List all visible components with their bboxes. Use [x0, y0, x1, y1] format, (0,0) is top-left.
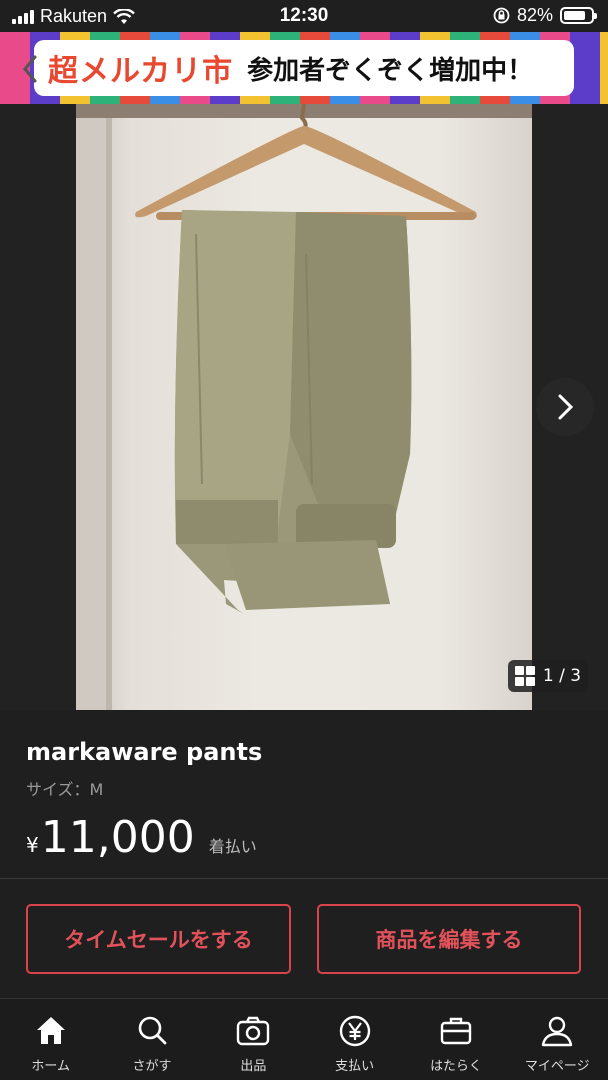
tab-home[interactable]: ホーム — [0, 999, 101, 1080]
search-icon — [138, 1016, 167, 1045]
tab-label: 出品 — [240, 1059, 267, 1074]
time-sale-button[interactable]: タイムセールをする — [26, 904, 291, 974]
item-gallery[interactable]: 1 / 3 — [0, 104, 608, 710]
chevron-right-icon — [558, 394, 574, 420]
tab-bar: ホーム さがす 出品 支払い はたらく マイページ — [0, 998, 608, 1080]
battery-percent: 82% — [516, 5, 553, 25]
promo-logo: 超メルカリ市 — [48, 54, 234, 89]
promo-banner[interactable]: 超メルカリ市 参加者ぞくぞく増加中！ — [0, 32, 608, 104]
tab-payment[interactable]: 支払い — [304, 999, 405, 1080]
tab-label: 支払い — [335, 1059, 375, 1074]
person-icon — [542, 1016, 573, 1047]
promo-banner-card[interactable]: 超メルカリ市 参加者ぞくぞく増加中！ — [34, 40, 574, 96]
item-price: 11,000 — [40, 812, 195, 863]
tab-label: ホーム — [31, 1059, 70, 1074]
tab-work[interactable]: はたらく — [405, 999, 506, 1080]
item-info: markaware pants サイズ：M — [26, 738, 586, 800]
status-bar: Rakuten 12:30 82% — [0, 0, 608, 32]
next-image-button[interactable] — [536, 378, 594, 436]
tab-label: はたらく — [430, 1059, 482, 1074]
edit-item-button[interactable]: 商品を編集する — [317, 904, 581, 974]
battery-area: 82% — [493, 5, 597, 26]
orientation-lock-icon — [493, 7, 510, 24]
price-currency: ¥ — [26, 833, 39, 857]
pants-on-hanger-image — [76, 104, 532, 710]
grid-icon — [514, 666, 535, 686]
battery-icon — [560, 7, 597, 24]
image-counter[interactable]: 1 / 3 — [508, 660, 588, 692]
home-icon — [36, 1017, 65, 1044]
camera-icon — [237, 1016, 270, 1046]
tab-label: マイページ — [524, 1059, 590, 1074]
shipping-type: 着払い — [208, 837, 257, 856]
divider — [0, 878, 608, 879]
tab-search[interactable]: さがす — [101, 999, 202, 1080]
yen-icon — [339, 1015, 370, 1047]
tab-sell[interactable]: 出品 — [203, 999, 304, 1080]
promo-text: 参加者ぞくぞく増加中！ — [247, 55, 534, 86]
tab-mypage[interactable]: マイページ — [507, 999, 608, 1080]
tab-label: さがす — [132, 1059, 172, 1074]
image-counter-text: 1 / 3 — [542, 666, 582, 686]
briefcase-icon — [440, 1017, 472, 1045]
item-photo[interactable] — [76, 104, 532, 710]
item-title: markaware pants — [26, 738, 263, 766]
price-row: ¥ 11,000 着払い — [26, 812, 257, 863]
item-size: サイズ：M — [26, 780, 104, 799]
back-chevron-icon[interactable] — [22, 54, 38, 84]
